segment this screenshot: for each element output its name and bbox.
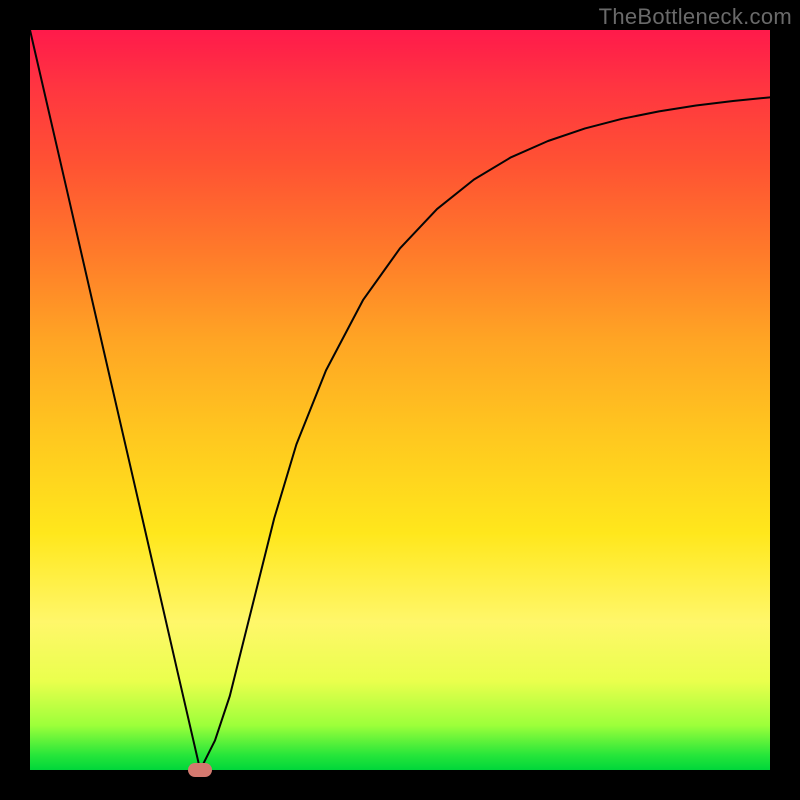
minimum-marker	[188, 763, 212, 777]
plot-area	[30, 30, 770, 770]
curve-svg	[30, 30, 770, 770]
bottleneck-curve	[30, 30, 770, 770]
watermark-text: TheBottleneck.com	[599, 4, 792, 30]
chart-frame: TheBottleneck.com	[0, 0, 800, 800]
